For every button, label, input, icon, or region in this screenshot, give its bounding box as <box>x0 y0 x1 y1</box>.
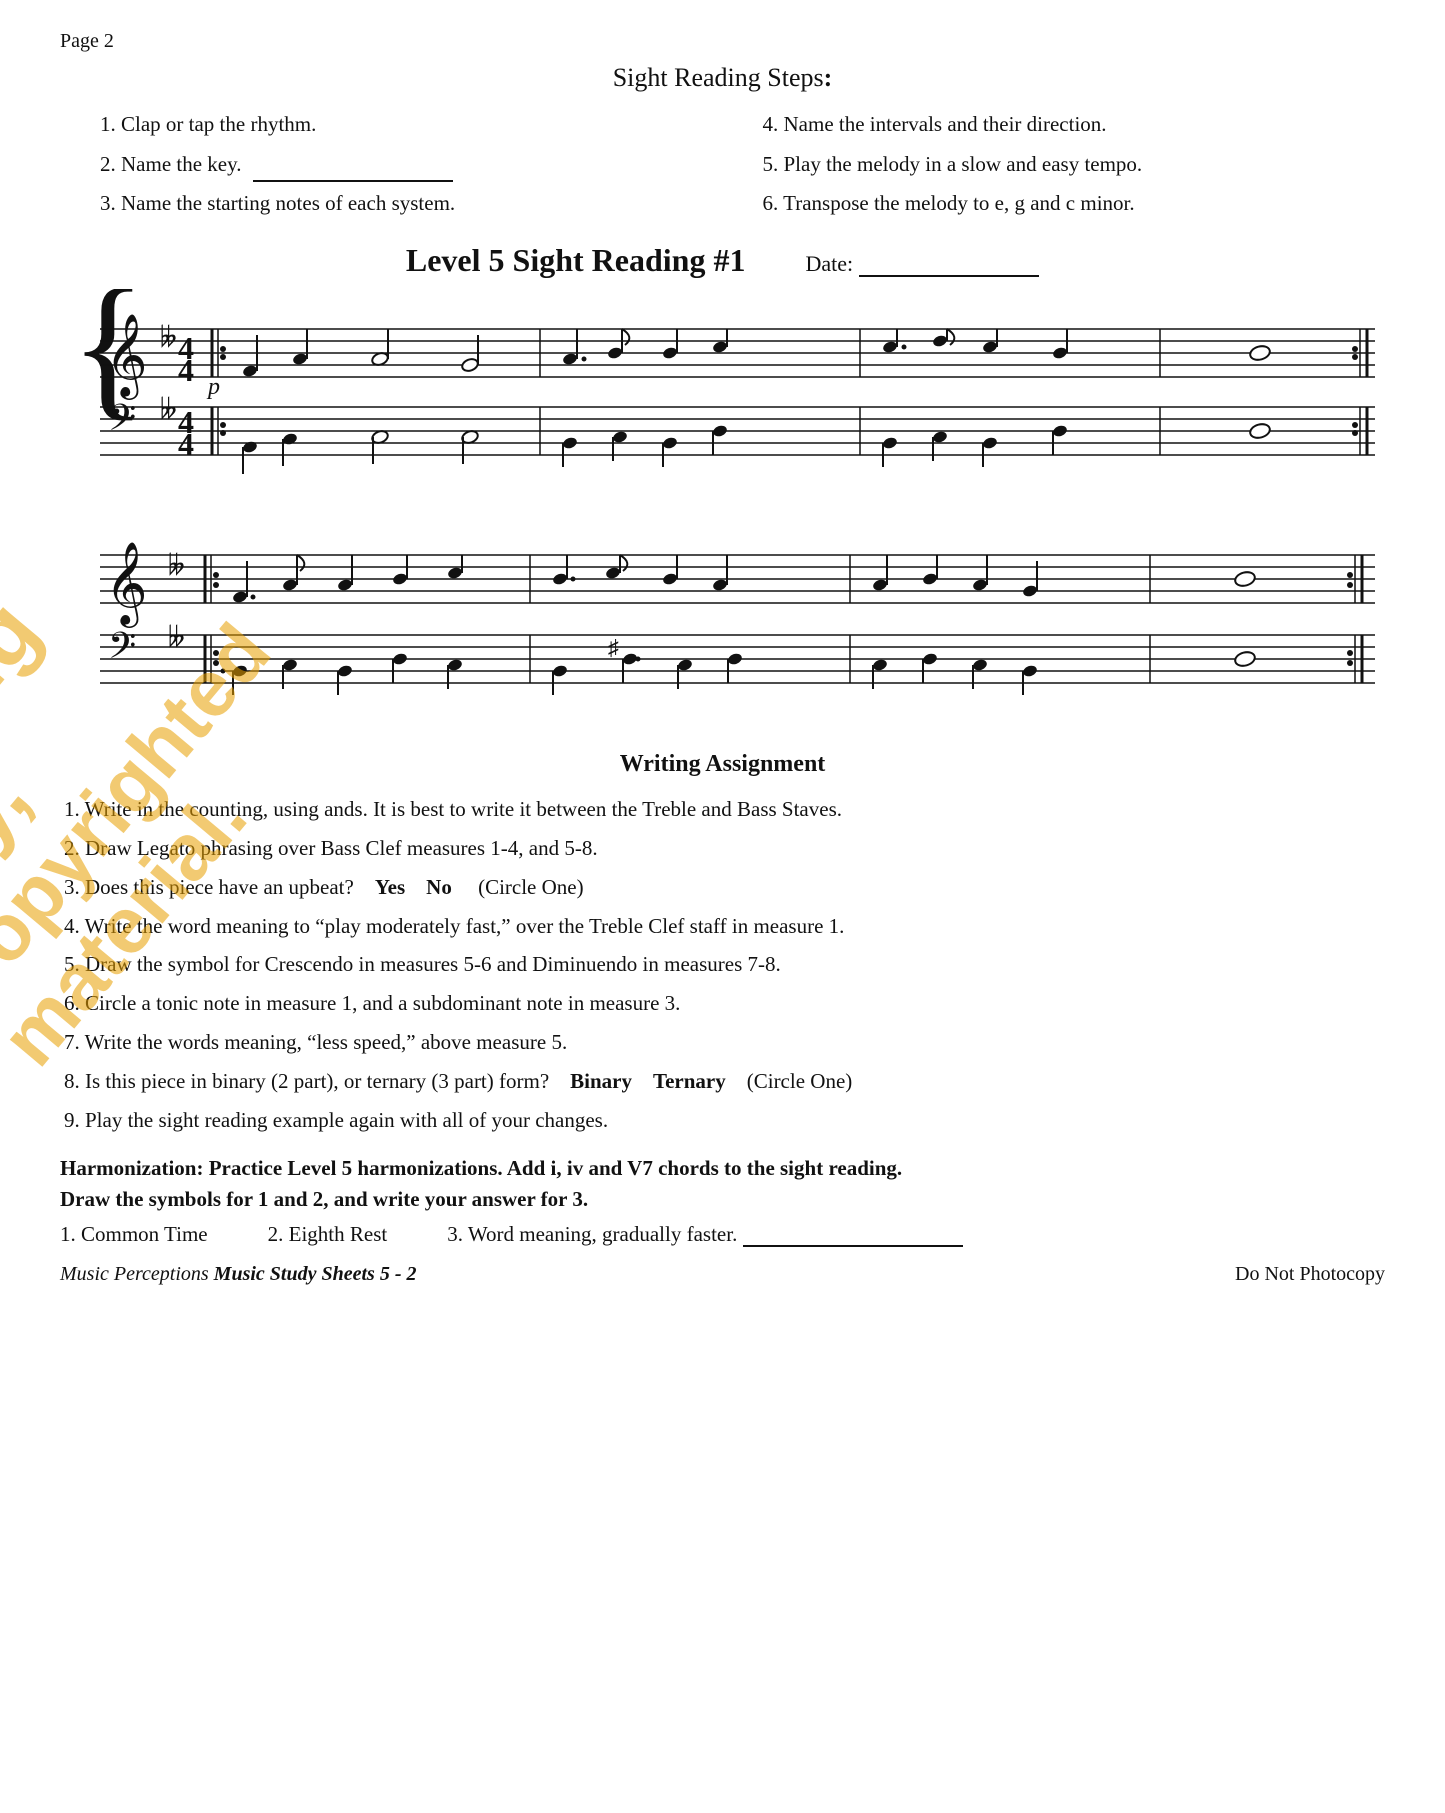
svg-text:𝄞: 𝄞 <box>105 314 148 400</box>
writing-item-8: 8. Is this piece in binary (2 part), or … <box>60 1062 1385 1101</box>
writing-item-9: 9. Play the sight reading example again … <box>60 1101 1385 1140</box>
svg-text:𝄞: 𝄞 <box>105 542 148 628</box>
footer: Music Perceptions Music Study Sheets 5 -… <box>60 1263 1385 1286</box>
svg-text:𝄫: 𝄫 <box>168 623 185 654</box>
writing-item-5: 5. Draw the symbol for Crescendo in meas… <box>60 945 1385 984</box>
footer-bold-italic: Music Study Sheets 5 - 2 <box>214 1263 417 1285</box>
symbol-1: 1. Common Time <box>60 1222 208 1247</box>
main-title: Sight Reading Steps: <box>60 63 1385 93</box>
writing-item-4: 4. Write the word meaning to “play moder… <box>60 907 1385 946</box>
writing-item-1: 1. Write in the counting, using ands. It… <box>60 790 1385 829</box>
writing-item-2: 2. Draw Legato phrasing over Bass Clef m… <box>60 829 1385 868</box>
step-5: 5. Play the melody in a slow and easy te… <box>763 147 1386 183</box>
key-line <box>253 180 453 182</box>
music-system-1: { 𝄞 𝄢 𝄫 𝄫 4 4 4 4 p <box>60 289 1385 495</box>
svg-text:𝄫: 𝄫 <box>160 395 177 426</box>
steps-grid: 1. Clap or tap the rhythm. 4. Name the i… <box>60 107 1385 222</box>
staff-system-1: { 𝄞 𝄢 𝄫 𝄫 4 4 4 4 p <box>60 289 1385 489</box>
level-title: Level 5 Sight Reading #1 <box>406 242 746 279</box>
writing-title: Writing Assignment <box>60 751 1385 778</box>
svg-text:4: 4 <box>178 352 194 388</box>
step-2: 2. Name the key. <box>100 147 723 183</box>
svg-text:𝄢: 𝄢 <box>108 626 136 675</box>
symbols-row: 1. Common Time 2. Eighth Rest 3. Word me… <box>60 1222 1385 1247</box>
writing-item-6: 6. Circle a tonic note in measure 1, and… <box>60 984 1385 1023</box>
svg-text:𝄢: 𝄢 <box>108 398 136 447</box>
svg-text:4: 4 <box>178 426 194 462</box>
symbol-3: 3. Word meaning, gradually faster. <box>447 1222 962 1247</box>
symbol-2: 2. Eighth Rest <box>268 1222 388 1247</box>
footer-italic: Music Perceptions <box>60 1263 214 1285</box>
svg-text:♯: ♯ <box>608 635 619 660</box>
step-3: 3. Name the starting notes of each syste… <box>100 186 723 222</box>
writing-assignment: Writing Assignment 1. Write in the count… <box>60 751 1385 1140</box>
page-number: Page 2 <box>60 30 1385 53</box>
footer-right: Do Not Photocopy <box>1235 1263 1385 1286</box>
harm-title-bold: Harmonization: Practice Level 5 harmoniz… <box>60 1156 503 1180</box>
footer-left: Music Perceptions Music Study Sheets 5 -… <box>60 1263 416 1286</box>
harmonization-title: Harmonization: Practice Level 5 harmoniz… <box>60 1156 1385 1181</box>
harmonization-section: Harmonization: Practice Level 5 harmoniz… <box>60 1156 1385 1247</box>
writing-item-7: 7. Write the words meaning, “less speed,… <box>60 1023 1385 1062</box>
level-title-row: Level 5 Sight Reading #1 Date: <box>60 242 1385 279</box>
music-system-2: 𝄞 𝄢 𝄫 𝄫 <box>60 515 1385 731</box>
step-6: 6. Transpose the melody to e, g and c mi… <box>763 186 1386 222</box>
date-line <box>859 275 1039 277</box>
step-1: 1. Clap or tap the rhythm. <box>100 107 723 143</box>
svg-text:p: p <box>206 374 220 400</box>
staff-system-2: 𝄞 𝄢 𝄫 𝄫 <box>60 515 1385 725</box>
svg-text:𝄫: 𝄫 <box>160 323 177 354</box>
svg-text:𝄫: 𝄫 <box>168 551 185 582</box>
harmonization-subtitle: Draw the symbols for 1 and 2, and write … <box>60 1187 1385 1212</box>
date-field: Date: <box>805 251 1039 277</box>
writing-item-3: 3. Does this piece have an upbeat? Yes N… <box>60 868 1385 907</box>
step-4: 4. Name the intervals and their directio… <box>763 107 1386 143</box>
